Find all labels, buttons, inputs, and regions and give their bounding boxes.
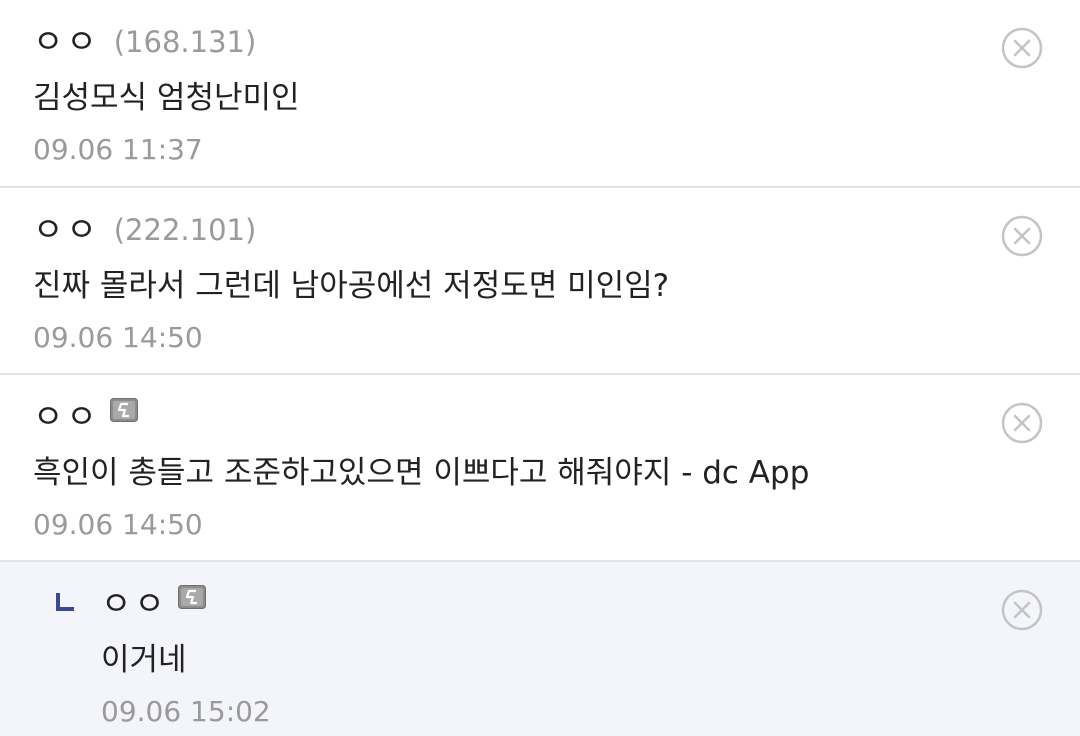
close-circle-icon[interactable] xyxy=(1001,27,1043,69)
comment-date: 09.06 14:50 xyxy=(33,508,203,541)
comment-header: ㅇㅇ (222.101) xyxy=(33,210,256,250)
mobile-app-icon xyxy=(109,398,138,422)
comment-list: ㅇㅇ (168.131) 김성모식 엄청난미인 09.06 11:37 ㅇㅇ (… xyxy=(0,0,1080,736)
comment-author[interactable]: ㅇㅇ xyxy=(33,22,100,62)
comment-text: 이거네 xyxy=(101,642,187,678)
comment-item: ㅇㅇ 흑인이 총들고 조준하고있으면 이쁘다고 해줘야지 - dc App 09… xyxy=(0,373,1080,561)
comment-date: 09.06 11:37 xyxy=(33,133,203,166)
comment-ip: (168.131) xyxy=(113,25,257,59)
comment-text: 흑인이 총들고 조준하고있으면 이쁘다고 해줘야지 - dc App xyxy=(33,455,810,491)
comment-item: ㅇㅇ (168.131) 김성모식 엄청난미인 09.06 11:37 xyxy=(0,0,1080,187)
comment-date: 09.06 15:02 xyxy=(101,695,271,728)
comment-header: ㅇㅇ (168.131) xyxy=(33,22,256,62)
reply-item: ㅇㅇ 이거네 09.06 15:02 xyxy=(0,560,1080,736)
comment-header: ㅇㅇ xyxy=(101,584,206,624)
comment-header: ㅇㅇ xyxy=(33,397,138,437)
close-circle-icon[interactable] xyxy=(1001,589,1043,631)
mobile-app-icon xyxy=(177,585,206,609)
comment-date: 09.06 14:50 xyxy=(33,321,203,354)
comment-ip: (222.101) xyxy=(113,213,257,247)
comment-text: 진짜 몰라서 그런데 남아공에선 저정도면 미인임? xyxy=(33,268,670,304)
reply-corner-icon xyxy=(56,593,74,611)
comment-author[interactable]: ㅇㅇ xyxy=(101,584,168,624)
close-circle-icon[interactable] xyxy=(1001,215,1043,257)
comment-text: 김성모식 엄청난미인 xyxy=(33,80,300,116)
comment-author[interactable]: ㅇㅇ xyxy=(33,210,100,250)
comment-item: ㅇㅇ (222.101) 진짜 몰라서 그런데 남아공에선 저정도면 미인임? … xyxy=(0,186,1080,374)
close-circle-icon[interactable] xyxy=(1001,402,1043,444)
comment-author[interactable]: ㅇㅇ xyxy=(33,397,100,437)
